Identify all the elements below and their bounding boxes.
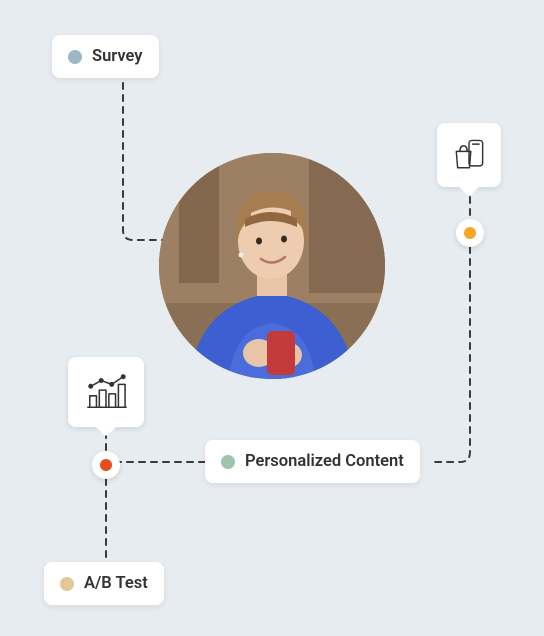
survey-dot	[68, 50, 82, 64]
personalized-content-card: Personalized Content	[205, 440, 420, 483]
diagram-canvas: Survey Personalized Content A/B Test	[0, 0, 544, 636]
shopping-icon-card	[437, 123, 501, 187]
waypoint-dot	[100, 459, 112, 471]
waypoint-node-left	[92, 451, 120, 479]
user-avatar	[159, 153, 385, 379]
waypoint-dot	[464, 227, 476, 239]
survey-card: Survey	[52, 35, 159, 78]
ab-test-card: A/B Test	[44, 562, 164, 605]
bar-chart-trend-icon	[82, 371, 130, 413]
personalized-label: Personalized Content	[245, 452, 404, 471]
abtest-label: A/B Test	[84, 574, 148, 593]
abtest-dot	[60, 577, 74, 591]
waypoint-node-right	[456, 219, 484, 247]
avatar-illustration	[159, 153, 385, 379]
survey-label: Survey	[92, 47, 143, 66]
shopping-bag-phone-icon	[449, 135, 489, 175]
analytics-icon-card	[68, 357, 144, 427]
personalized-dot	[221, 455, 235, 469]
